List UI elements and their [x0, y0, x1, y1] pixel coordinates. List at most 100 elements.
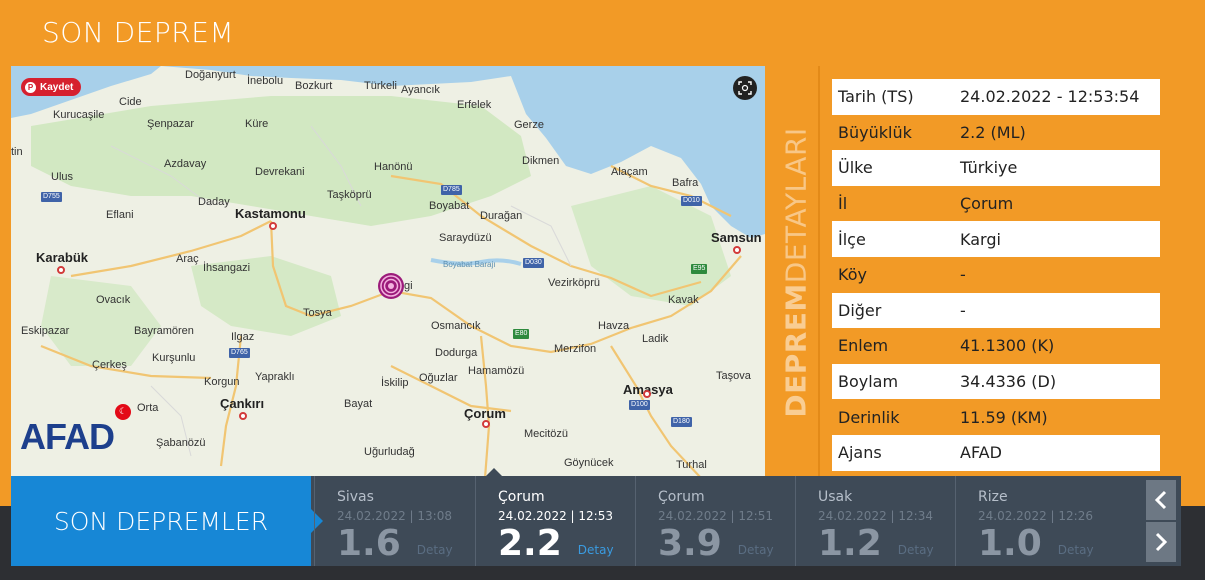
map-label: Çerkeş — [92, 359, 127, 371]
city-marker — [239, 412, 247, 420]
map-label: Cide — [119, 96, 142, 108]
map-label: Uğurludağ — [364, 446, 415, 458]
quake-card[interactable]: Çorum 24.02.2022 | 12:51 3.9 Detay — [635, 476, 795, 566]
road-badge: E80 — [513, 329, 530, 339]
kaydet-label: Kaydet — [40, 81, 74, 93]
earthquake-map[interactable]: Doğanyurt İnebolu Bozkurt Türkeli Ayancı… — [11, 66, 765, 478]
map-label: Dodurga — [435, 347, 478, 359]
road-badge: D755 — [41, 192, 62, 202]
road-badge: D785 — [441, 185, 462, 195]
quake-card[interactable]: Sivas 24.02.2022 | 13:08 1.6 Detay — [314, 476, 474, 566]
map-label: Daday — [198, 196, 230, 208]
quake-date: 24.02.2022 | 13:08 — [337, 509, 452, 523]
map-label: Orta — [137, 402, 159, 414]
map-label: Eskipazar — [21, 325, 70, 337]
map-label: Osmancık — [431, 320, 481, 332]
map-label: gi — [404, 280, 413, 292]
map-label: Karabük — [36, 250, 89, 265]
map-label: Samsun — [711, 230, 762, 245]
chevron-left-icon — [1154, 490, 1167, 510]
pinterest-icon: P — [25, 81, 36, 93]
turkey-flag-icon: ☾ — [115, 404, 131, 420]
map-label: Oğuzlar — [419, 372, 458, 384]
detail-row-country: Ülke Türkiye — [832, 150, 1160, 186]
epicenter-icon[interactable] — [377, 272, 405, 300]
quake-magnitude: 1.2 — [818, 523, 882, 564]
map-label: İnebolu — [247, 75, 284, 87]
road-badge: D180 — [671, 417, 692, 427]
city-marker — [643, 390, 651, 398]
detail-row-province: İl Çorum — [838, 194, 1014, 214]
quake-detail-link[interactable]: Detay — [1058, 543, 1094, 557]
quake-location: Sivas — [337, 489, 374, 505]
map-label: İhsangazi — [203, 262, 251, 274]
map-label: Devrekani — [255, 166, 305, 178]
map-label: Boyabat Barajı — [443, 260, 496, 269]
map-label: Bayat — [344, 398, 373, 410]
detail-row-agency: Ajans AFAD — [832, 434, 1160, 471]
afad-logo: AFAD — [20, 416, 115, 457]
map-label: Alaçam — [611, 166, 648, 178]
map-label: Hamamözü — [468, 365, 525, 377]
next-button[interactable] — [1146, 522, 1176, 562]
quake-date: 24.02.2022 | 12:34 — [818, 509, 933, 523]
detail-row-date: Tarih (TS) 24.02.2022 - 12:53:54 — [832, 79, 1160, 115]
quake-location: Rize — [978, 489, 1008, 505]
recent-earthquakes-title: SON DEPREMLER — [11, 476, 323, 566]
quake-location: Usak — [818, 489, 853, 505]
map-label: tin — [11, 146, 23, 158]
map-label: Doğanyurt — [185, 69, 236, 81]
map-label: Mecitözü — [524, 428, 569, 440]
map-label: Merzifon — [554, 343, 597, 355]
quake-date: 24.02.2022 | 12:26 — [978, 509, 1093, 523]
map-label: Taşova — [716, 370, 751, 382]
map-label: Şenpazar — [147, 118, 195, 130]
quake-detail-link[interactable]: Detay — [578, 543, 614, 557]
detail-row-depth: Derinlik 11.59 (KM) — [838, 407, 1048, 427]
quake-detail-link[interactable]: Detay — [738, 543, 774, 557]
quake-detail-link[interactable]: Detay — [898, 543, 934, 557]
map-label: Bayramören — [134, 325, 194, 337]
city-marker — [482, 420, 490, 428]
road-badge: D030 — [523, 258, 544, 268]
detail-row-other: Diğer - — [832, 292, 1160, 329]
quake-date: 24.02.2022 | 12:53 — [498, 509, 613, 523]
map-label: Durağan — [480, 210, 523, 222]
chevron-right-icon — [1155, 532, 1168, 552]
zoom-fullscreen-button[interactable] — [733, 76, 757, 100]
map-label: Kurşunlu — [152, 352, 196, 364]
road-badge: D765 — [229, 348, 250, 358]
city-marker — [57, 266, 65, 274]
map-label: Bozkurt — [295, 80, 333, 92]
map-label: Azdavay — [164, 158, 207, 170]
map-label: Taşköprü — [327, 189, 372, 201]
quake-card-active[interactable]: Çorum 24.02.2022 | 12:53 2.2 Detay — [475, 468, 635, 566]
detail-row-latitude: Enlem 41.1300 (K) — [838, 336, 1055, 356]
map-label: Şabanözü — [156, 437, 206, 449]
quake-location: Çorum — [498, 489, 545, 505]
city-marker — [269, 222, 277, 230]
map-label: Vezirköprü — [548, 277, 600, 289]
map-label: Kavak — [668, 294, 699, 306]
quake-date: 24.02.2022 | 12:51 — [658, 509, 773, 523]
map-label: Erfelek — [457, 99, 492, 111]
map-label: Boyabat — [429, 200, 470, 212]
map-label: Araç — [176, 253, 199, 265]
map-label: Ladik — [642, 333, 669, 345]
pinterest-save-button[interactable]: P Kaydet — [21, 78, 82, 96]
quake-card[interactable]: Rize 24.02.2022 | 12:26 1.0 Detay — [955, 476, 1115, 566]
vertical-title-light: DETAYLARI — [779, 126, 813, 283]
quake-magnitude: 1.6 — [337, 523, 401, 564]
map-label: Bafra — [672, 177, 699, 189]
quake-magnitude: 3.9 — [658, 523, 722, 564]
map-label: Saraydüzü — [439, 232, 492, 244]
map-label: Kastamonu — [235, 206, 306, 221]
quake-detail-link[interactable]: Detay — [417, 543, 453, 557]
previous-button[interactable] — [1146, 480, 1176, 520]
map-label: Havza — [598, 320, 630, 332]
page-title: SON DEPREM — [42, 16, 235, 49]
road-badge: D010 — [681, 196, 702, 206]
map-label: Çorum — [464, 406, 506, 421]
quake-card[interactable]: Usak 24.02.2022 | 12:34 1.2 Detay — [795, 476, 955, 566]
map-label: Turhal — [676, 459, 707, 471]
